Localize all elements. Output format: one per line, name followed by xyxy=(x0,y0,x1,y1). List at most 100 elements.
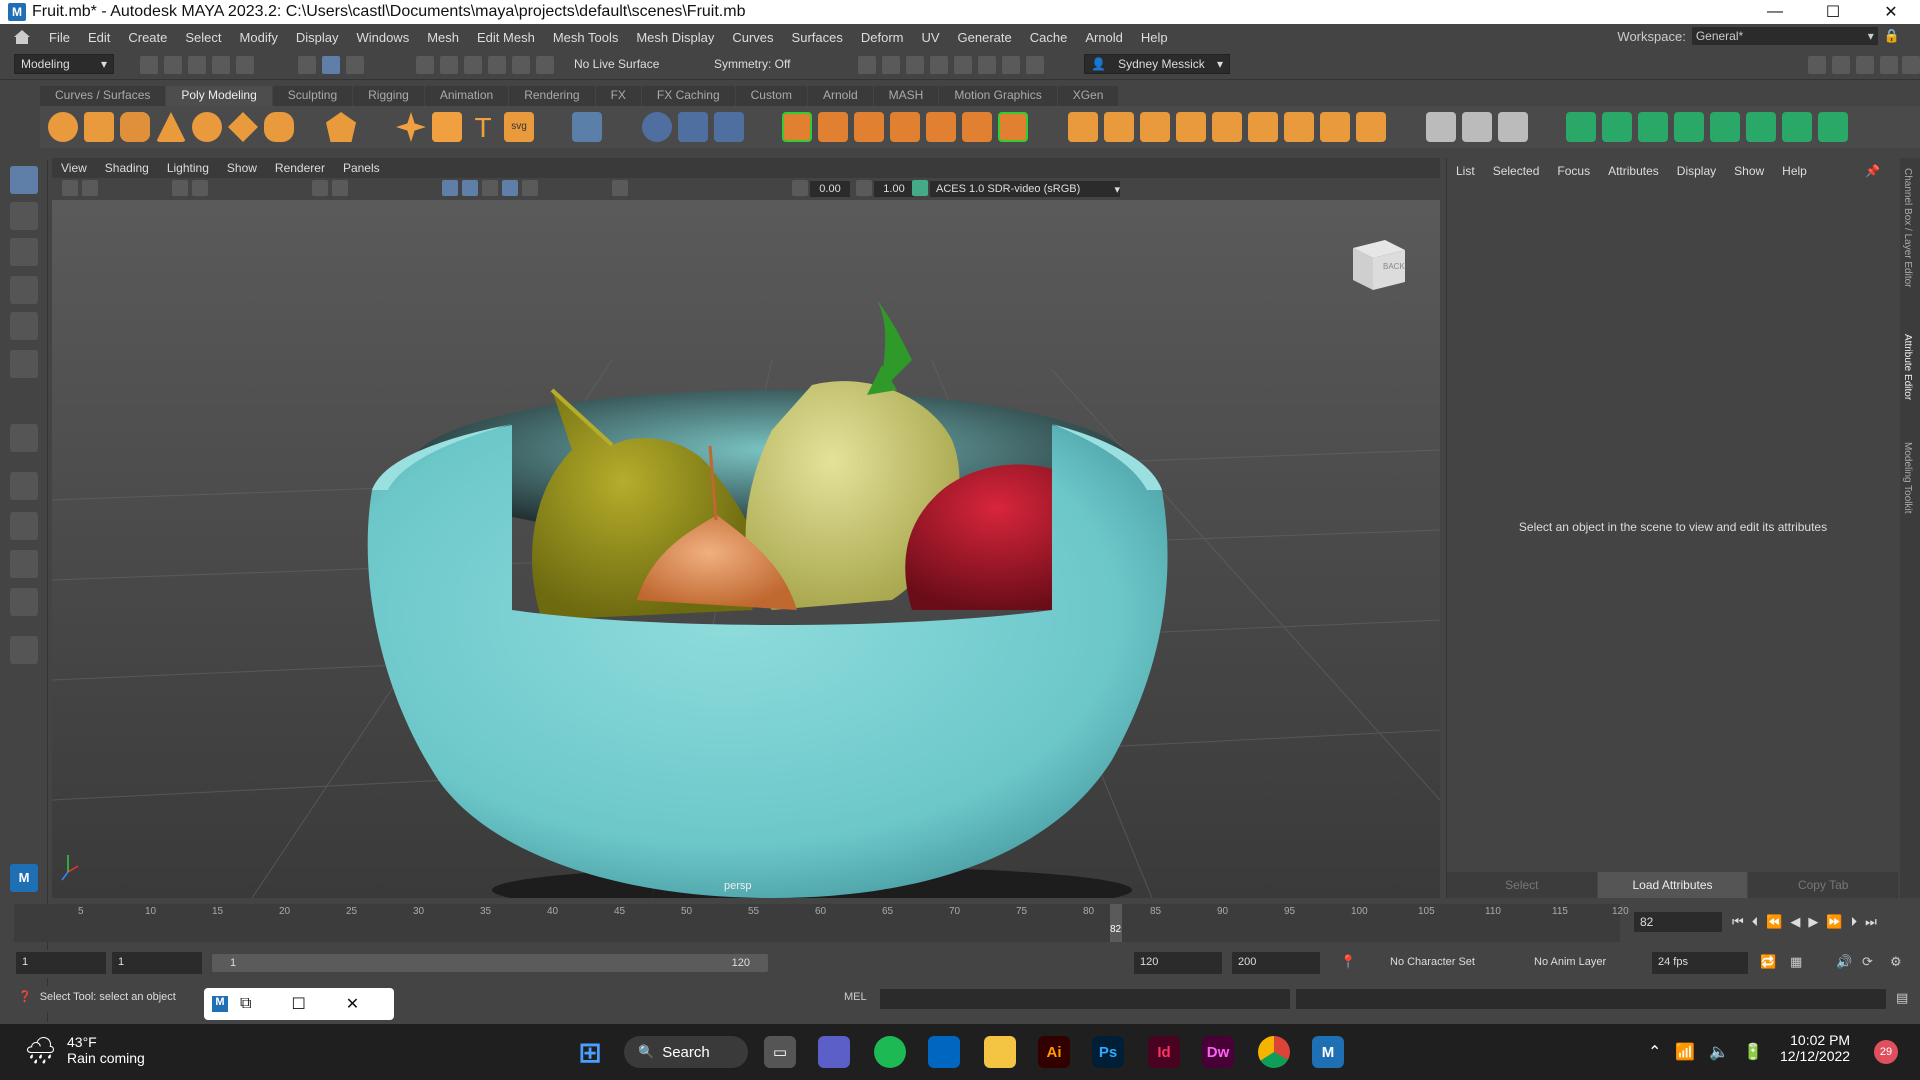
poly-cylinder-icon[interactable] xyxy=(120,112,150,142)
shadows-icon[interactable] xyxy=(522,180,538,196)
tab-attribute-editor[interactable]: Attribute Editor xyxy=(1902,334,1913,400)
uv-cut-icon[interactable] xyxy=(1782,112,1812,142)
uv-planar-icon[interactable] xyxy=(1566,112,1596,142)
menu-cache[interactable]: Cache xyxy=(1021,30,1077,45)
uv-spherical-icon[interactable] xyxy=(1638,112,1668,142)
play-backwards-icon[interactable]: ◀ xyxy=(1790,914,1800,930)
close-button[interactable]: ✕ xyxy=(1862,0,1920,24)
cache-playback-icon[interactable]: ▦ xyxy=(1790,954,1802,970)
poly-torus-icon[interactable] xyxy=(192,112,222,142)
ae-menu-attributes[interactable]: Attributes xyxy=(1599,164,1668,178)
uv-automatic-icon[interactable] xyxy=(1674,112,1704,142)
menu-set-dropdown[interactable]: Modeling ▾ xyxy=(14,54,114,74)
microsoft-store-icon[interactable] xyxy=(928,1036,960,1068)
sweep-mesh-icon[interactable] xyxy=(432,112,462,142)
menu-create[interactable]: Create xyxy=(119,30,176,45)
target-weld-icon[interactable] xyxy=(1104,112,1134,142)
menu-mesh[interactable]: Mesh xyxy=(418,30,468,45)
uv-unfold-icon[interactable] xyxy=(1710,112,1740,142)
fill-hole-icon[interactable] xyxy=(962,112,992,142)
home-icon[interactable] xyxy=(12,29,32,45)
user-account-dropdown[interactable]: 👤 Sydney Messick ▾ xyxy=(1084,54,1230,74)
command-input[interactable] xyxy=(880,989,1290,1009)
tab-channel-box[interactable]: Channel Box / Layer Editor xyxy=(1902,168,1913,288)
load-attributes-button[interactable]: Load Attributes xyxy=(1597,872,1749,898)
poke-icon[interactable] xyxy=(1320,112,1350,142)
lasso-tool-icon[interactable] xyxy=(10,202,38,230)
viewport-menu-view[interactable]: View xyxy=(52,161,96,175)
last-tool-icon[interactable] xyxy=(10,424,38,452)
add-divisions-icon[interactable] xyxy=(1248,112,1278,142)
ae-select-button[interactable]: Select xyxy=(1447,872,1598,898)
ipr-render-icon[interactable] xyxy=(906,56,924,74)
fps-dropdown[interactable]: 24 fps xyxy=(1652,952,1748,974)
shelf-tab-xgen[interactable]: XGen xyxy=(1057,86,1120,106)
scene-end-field[interactable]: 200 xyxy=(1232,952,1320,974)
uv-cylindrical-icon[interactable] xyxy=(1602,112,1632,142)
teams-chat-icon[interactable] xyxy=(818,1036,850,1068)
snap-curve-icon[interactable] xyxy=(440,56,458,74)
playback-end-field[interactable]: 120 xyxy=(1134,952,1222,974)
anim-prefs-icon[interactable]: ⚙ xyxy=(1890,954,1902,970)
menu-surfaces[interactable]: Surfaces xyxy=(783,30,852,45)
menu-file[interactable]: File xyxy=(40,30,79,45)
restore-icon[interactable]: ⧉ xyxy=(240,995,251,1013)
menu-edit-mesh[interactable]: Edit Mesh xyxy=(468,30,544,45)
auto-key-icon[interactable]: 📍 xyxy=(1340,954,1356,970)
shelf-tab-animation[interactable]: Animation xyxy=(424,86,510,106)
snap-surface-icon[interactable] xyxy=(512,56,530,74)
playback-start-field[interactable]: 1 xyxy=(112,952,202,974)
poly-cube-icon[interactable] xyxy=(84,112,114,142)
redo-icon[interactable] xyxy=(236,56,254,74)
move-tool-icon[interactable] xyxy=(10,276,38,304)
side-by-side-layout-icon[interactable] xyxy=(10,550,38,578)
viewport-3d[interactable]: BACK persp xyxy=(52,200,1440,898)
wireframe-icon[interactable] xyxy=(442,180,458,196)
minimize-button[interactable]: — xyxy=(1746,0,1804,24)
select-hierarchy-icon[interactable] xyxy=(298,56,316,74)
viewport-menu-shading[interactable]: Shading xyxy=(96,161,158,175)
chrome-icon[interactable] xyxy=(1258,1036,1290,1068)
shelf-tab-motion-graphics[interactable]: Motion Graphics xyxy=(939,86,1058,106)
menu-uv[interactable]: UV xyxy=(912,30,948,45)
menu-curves[interactable]: Curves xyxy=(723,30,782,45)
shelf-tab-arnold[interactable]: Arnold xyxy=(807,86,874,106)
bridge-icon[interactable] xyxy=(854,112,884,142)
script-editor-icon[interactable]: ▤ xyxy=(1896,990,1908,1006)
chevron-up-icon[interactable]: ⌃ xyxy=(1648,1042,1661,1062)
pause-icon[interactable] xyxy=(1026,56,1044,74)
sound-icon[interactable]: 🔊 xyxy=(1836,954,1852,970)
photoshop-icon[interactable]: Ps xyxy=(1092,1036,1124,1068)
scale-tool-icon[interactable] xyxy=(10,350,38,378)
menu-display[interactable]: Display xyxy=(287,30,348,45)
indesign-icon[interactable]: Id xyxy=(1148,1036,1180,1068)
current-frame-field[interactable]: 82 xyxy=(1634,912,1722,932)
menu-help[interactable]: Help xyxy=(1132,30,1177,45)
uv-layout-icon[interactable] xyxy=(1746,112,1776,142)
clock[interactable]: 10:02 PM 12/12/2022 xyxy=(1780,1032,1850,1064)
pin-icon[interactable]: 📌 xyxy=(1856,164,1889,178)
crease-tool-icon[interactable] xyxy=(1462,112,1492,142)
volume-icon[interactable]: 🔈 xyxy=(1709,1042,1729,1062)
color-space-dropdown[interactable]: ACES 1.0 SDR-video (sRGB) ▾ xyxy=(930,181,1120,197)
search-icon[interactable] xyxy=(10,636,38,664)
maya-taskbar-icon[interactable]: M xyxy=(1312,1036,1344,1068)
ae-menu-selected[interactable]: Selected xyxy=(1484,164,1549,178)
bookmarks-icon[interactable] xyxy=(192,180,208,196)
time-slider[interactable]: 5 10 15 20 25 30 35 40 45 50 55 60 65 70… xyxy=(14,904,1629,942)
select-camera-icon[interactable] xyxy=(62,180,78,196)
ae-menu-help[interactable]: Help xyxy=(1773,164,1816,178)
separate-icon[interactable] xyxy=(678,112,708,142)
mirror-icon[interactable] xyxy=(642,112,672,142)
viewport-menu-panels[interactable]: Panels xyxy=(334,161,389,175)
render-view-icon[interactable] xyxy=(858,56,876,74)
go-to-start-icon[interactable]: ⏮ xyxy=(1732,914,1744,930)
rotate-tool-icon[interactable] xyxy=(10,312,38,340)
snap-pivot-icon[interactable] xyxy=(536,56,554,74)
save-scene-icon[interactable] xyxy=(188,56,206,74)
ae-menu-focus[interactable]: Focus xyxy=(1548,164,1599,178)
platonic-solid-icon[interactable] xyxy=(326,112,356,142)
grid-icon[interactable] xyxy=(312,180,328,196)
ae-menu-show[interactable]: Show xyxy=(1725,164,1773,178)
close-icon[interactable]: ✕ xyxy=(346,994,359,1014)
